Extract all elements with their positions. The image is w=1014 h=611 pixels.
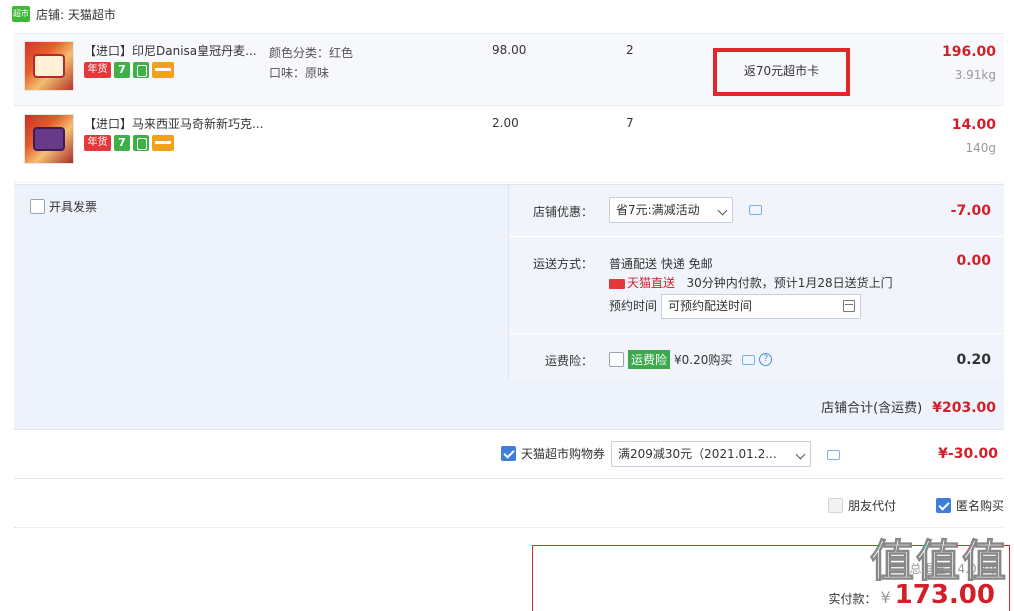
- invoice-checkbox[interactable]: [30, 199, 45, 214]
- appointment-time-input[interactable]: 可预约配送时间: [661, 294, 861, 319]
- freight-insurance-price: ¥0.20购买: [674, 353, 733, 367]
- appointment-time-placeholder: 可预约配送时间: [668, 299, 753, 313]
- sku-color: 颜色分类：红色: [269, 46, 354, 60]
- nianhuo-badge: 年货: [84, 62, 111, 78]
- anonymous-purchase-option[interactable]: 匿名购买: [936, 497, 1004, 514]
- chevron-down-icon: [795, 449, 806, 460]
- coupon-amount: ¥-30.00: [938, 446, 998, 462]
- store-discount-value: 省7元:满减活动: [616, 203, 700, 217]
- unit-price: 2.00: [492, 116, 519, 130]
- item-weight: 140g: [965, 141, 996, 155]
- product-thumbnail[interactable]: [24, 114, 74, 164]
- friend-pay-label: 朋友代付: [848, 499, 897, 513]
- currency-symbol: ¥: [880, 588, 891, 607]
- store-discount-label: 店铺优惠：: [533, 205, 594, 219]
- friend-pay-checkbox[interactable]: [828, 498, 843, 513]
- calendar-icon[interactable]: [843, 300, 855, 312]
- coupon-option[interactable]: 天猫超市购物券: [501, 445, 605, 462]
- invoice-option[interactable]: 开具发票: [30, 198, 97, 215]
- friend-pay-option[interactable]: 朋友代付: [828, 497, 896, 514]
- coupon-row: 天猫超市购物券 满209减30元（2021.01.2... ¥-30.00: [14, 431, 1004, 479]
- shop-total-value: ¥203.00: [932, 400, 996, 416]
- freight-insurance-label: 运费险：: [545, 354, 594, 368]
- order-options-area: 开具发票 店铺优惠： 省7元:满减活动 -7.00 运送方式： 普通配送 快递 …: [14, 184, 1005, 430]
- service-guarantee-icon: [133, 62, 149, 78]
- store-discount-amount: -7.00: [950, 203, 991, 219]
- shipping-row: 运送方式： 普通配送 快递 免邮 天猫直送 30分钟内付款，预计1月28日送货上…: [509, 237, 1005, 334]
- product-badges: 年货 7: [84, 135, 174, 151]
- freight-insurance-amount: 0.20: [956, 352, 991, 368]
- shop-name[interactable]: 店铺: 天猫超市: [36, 6, 116, 23]
- sku-flavor: 口味：原味: [269, 66, 330, 80]
- item-subtotal: 196.00: [941, 44, 996, 60]
- quantity: 7: [626, 116, 634, 130]
- seven-day-return-icon: 7: [114, 135, 130, 151]
- product-badges: 年货 7: [84, 62, 174, 78]
- appointment-time-label: 预约时间: [609, 299, 658, 313]
- promo-text: 返70元超市卡: [743, 64, 820, 78]
- order-item-row: 【进口】印尼Danisa皇冠丹麦... 年货 7 颜色分类：红色 口味：原味 9…: [14, 33, 1004, 106]
- chevron-down-icon: [717, 205, 728, 216]
- item-weight: 3.91kg: [954, 68, 996, 82]
- tmall-supermarket-logo-icon: 超市: [12, 6, 30, 22]
- coupon-select[interactable]: 满209减30元（2021.01.2...: [611, 441, 811, 467]
- card-payment-icon: [152, 135, 174, 151]
- tmall-cat-icon: [609, 278, 625, 289]
- delivery-note: 天猫直送 30分钟内付款，预计1月28日送货上门: [609, 274, 893, 291]
- promo-highlight-box: 返70元超市卡: [713, 48, 850, 96]
- shop-header: 超市 店铺: 天猫超市: [12, 4, 116, 24]
- watermark-logo: 值值值: [870, 536, 1008, 588]
- coupon-label: 天猫超市购物券: [521, 447, 606, 461]
- shop-total: 店铺合计(含运费) ¥203.00: [821, 397, 996, 416]
- freight-insurance-option[interactable]: 运费险 ¥0.20购买 ?: [609, 350, 773, 369]
- shipping-label: 运送方式：: [533, 257, 594, 271]
- store-discount-row: 店铺优惠： 省7元:满减活动 -7.00: [509, 185, 1005, 237]
- order-item-row: 【进口】马来西亚马奇新新巧克... 年货 7 2.00 7 14.00 140g: [14, 107, 1004, 183]
- coupon-checkbox[interactable]: [501, 446, 516, 461]
- amount-paid-label: 实付款：: [828, 592, 877, 606]
- freight-insurance-row: 运费险： 运费险 ¥0.20购买 ? 0.20: [509, 334, 1005, 379]
- seven-day-return-icon: 7: [114, 62, 130, 78]
- service-guarantee-icon: [133, 135, 149, 151]
- card-payment-icon: [152, 62, 174, 78]
- anonymous-purchase-label: 匿名购买: [956, 499, 1005, 513]
- coupon-value: 满209减30元（2021.01.2...: [618, 447, 777, 461]
- pay-options-row: 朋友代付 匿名购买: [14, 480, 1004, 528]
- unit-price: 98.00: [492, 43, 527, 57]
- product-thumbnail[interactable]: [24, 41, 74, 91]
- shop-total-label: 店铺合计(含运费): [821, 401, 923, 416]
- item-subtotal: 14.00: [951, 117, 996, 133]
- product-title[interactable]: 【进口】马来西亚马奇新新巧克...: [84, 115, 264, 132]
- nianhuo-badge: 年货: [84, 135, 111, 151]
- help-icon[interactable]: ?: [759, 353, 773, 366]
- message-icon[interactable]: [749, 205, 762, 215]
- message-icon[interactable]: [742, 354, 756, 365]
- product-title[interactable]: 【进口】印尼Danisa皇冠丹麦...: [84, 42, 264, 59]
- anonymous-purchase-checkbox[interactable]: [936, 498, 951, 513]
- freight-insurance-badge: 运费险: [628, 350, 671, 369]
- message-icon[interactable]: [827, 450, 840, 460]
- tmall-direct-label: 天猫直送: [627, 276, 676, 290]
- shop-options-panel: 店铺优惠： 省7元:满减活动 -7.00 运送方式： 普通配送 快递 免邮 天猫…: [508, 185, 1005, 379]
- product-sku: 颜色分类：红色 口味：原味: [269, 43, 353, 83]
- quantity: 2: [626, 43, 634, 57]
- delivery-estimate: 30分钟内付款，预计1月28日送货上门: [686, 276, 893, 290]
- store-discount-select[interactable]: 省7元:满减活动: [609, 197, 733, 223]
- shipping-method: 普通配送 快递 免邮: [609, 257, 713, 271]
- invoice-label: 开具发票: [49, 200, 98, 214]
- shipping-amount: 0.00: [956, 253, 991, 269]
- freight-insurance-checkbox[interactable]: [609, 352, 624, 367]
